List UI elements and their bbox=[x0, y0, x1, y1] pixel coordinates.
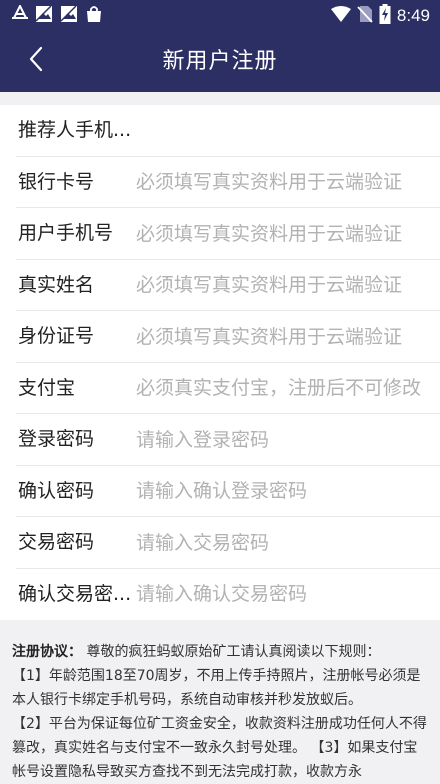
notification-icons bbox=[12, 3, 103, 27]
form-row-bank-card: 银行卡号 bbox=[16, 157, 440, 208]
agreement-rule: 【1】年龄范围18至70周岁，不用上传手持照片，注册帐号必须是本人银行卡绑定手机… bbox=[12, 668, 421, 708]
field-label: 身份证号 bbox=[18, 325, 95, 347]
registration-form: 推荐人手机... 银行卡号 用户手机号 真实姓名 身份证号 支付宝 登录密码 确… bbox=[0, 105, 440, 620]
field-label: 用户手机号 bbox=[18, 222, 114, 244]
app-a-icon bbox=[12, 3, 28, 27]
alipay-input[interactable] bbox=[136, 370, 438, 406]
field-label: 登录密码 bbox=[18, 428, 95, 450]
field-label: 确认交易密... bbox=[18, 582, 132, 605]
no-sim-icon bbox=[357, 5, 373, 27]
form-row-login-password: 登录密码 bbox=[16, 414, 440, 466]
battery-charging-icon bbox=[379, 3, 391, 28]
form-row-confirm-password: 确认密码 bbox=[16, 466, 440, 517]
status-time: 8:49 bbox=[396, 6, 430, 25]
field-label: 银行卡号 bbox=[18, 170, 95, 193]
trade-password-input[interactable] bbox=[136, 525, 438, 560]
wifi-icon bbox=[330, 5, 351, 26]
page-title: 新用户注册 bbox=[162, 49, 278, 74]
field-label: 交易密码 bbox=[18, 531, 95, 553]
agreement-intro: 尊敬的疯狂蚂蚁原始矿工请认真阅读以下规则： bbox=[82, 644, 381, 660]
form-row-user-phone: 用户手机号 bbox=[16, 208, 440, 260]
bag-icon bbox=[85, 5, 103, 27]
form-row-real-name: 真实姓名 bbox=[16, 260, 440, 311]
agreement-title: 注册协议： bbox=[12, 644, 82, 660]
field-label: 真实姓名 bbox=[18, 273, 95, 296]
image-icon bbox=[35, 4, 53, 27]
status-bar: 8:49 bbox=[0, 0, 440, 31]
real-name-input[interactable] bbox=[136, 267, 438, 303]
registration-agreement: 注册协议： 尊敬的疯狂蚂蚁原始矿工请认真阅读以下规则： 【1】年龄范围18至70… bbox=[12, 640, 430, 784]
user-phone-input[interactable] bbox=[136, 216, 438, 251]
form-row-trade-password: 交易密码 bbox=[16, 517, 440, 569]
system-status: 8:49 bbox=[330, 3, 430, 28]
confirm-trade-password-input[interactable] bbox=[136, 576, 438, 612]
form-row-referrer-phone: 推荐人手机... bbox=[16, 105, 440, 157]
confirm-password-input[interactable] bbox=[136, 473, 438, 509]
bank-card-input[interactable] bbox=[136, 164, 438, 200]
field-label: 推荐人手机... bbox=[18, 119, 132, 141]
field-label: 支付宝 bbox=[18, 376, 76, 399]
id-number-input[interactable] bbox=[136, 319, 438, 354]
back-button[interactable] bbox=[18, 43, 54, 79]
form-row-alipay: 支付宝 bbox=[16, 363, 440, 414]
chevron-left-icon bbox=[28, 46, 44, 76]
field-label: 确认密码 bbox=[18, 479, 95, 502]
form-row-confirm-trade-password: 确认交易密... bbox=[16, 569, 440, 621]
image-icon bbox=[60, 4, 78, 27]
referrer-phone-input[interactable] bbox=[136, 113, 438, 148]
form-row-id-number: 身份证号 bbox=[16, 311, 440, 363]
title-bar: 新用户注册 bbox=[0, 31, 440, 92]
login-password-input[interactable] bbox=[136, 422, 438, 457]
